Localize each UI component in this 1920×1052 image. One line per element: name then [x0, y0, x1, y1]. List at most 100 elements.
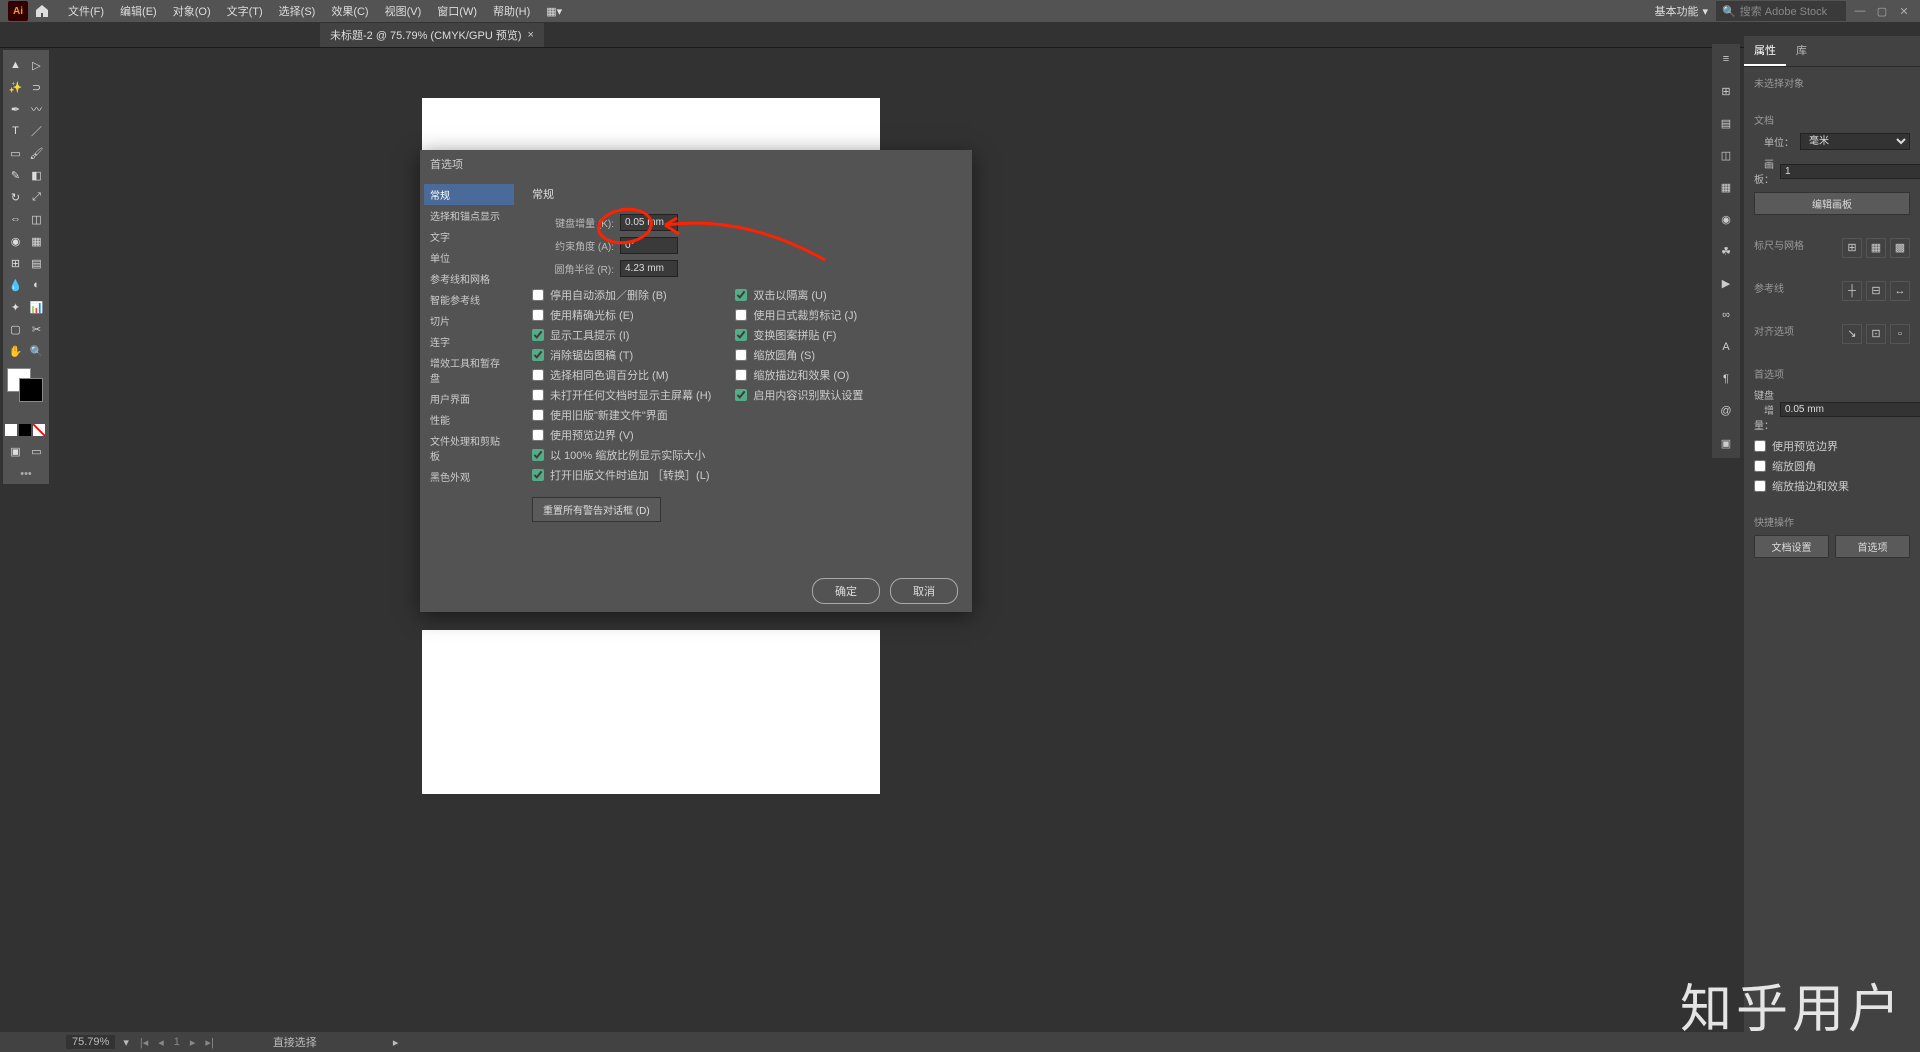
smart-guides-icon[interactable]: ↔ [1890, 281, 1910, 301]
sidebar-item-slices[interactable]: 切片 [424, 310, 514, 331]
sidebar-item-black[interactable]: 黑色外观 [424, 466, 514, 487]
sidebar-item-hyphenation[interactable]: 连字 [424, 331, 514, 352]
pref-checkbox[interactable] [735, 289, 747, 301]
tab-close-icon[interactable]: × [527, 29, 533, 41]
pref-checkbox[interactable] [735, 329, 747, 341]
screen-mode-icon[interactable]: ▭ [26, 440, 47, 462]
shaper-tool-icon[interactable]: ✎ [5, 164, 26, 186]
artboard-nav[interactable]: |◂ ◂ 1 ▸ ▸| [137, 1036, 217, 1049]
zoom-level[interactable]: 75.79% [66, 1035, 115, 1049]
lock-guides-icon[interactable]: ⊟ [1866, 281, 1886, 301]
shape-builder-icon[interactable]: ◉ [5, 230, 26, 252]
ruler-icon[interactable]: ⊞ [1842, 238, 1862, 258]
prev-icon[interactable]: ◂ [155, 1036, 167, 1049]
align-icon[interactable]: ⊞ [1717, 82, 1735, 100]
character-icon[interactable]: A [1717, 338, 1735, 356]
edit-toolbar-icon[interactable]: ••• [5, 468, 47, 480]
key-increment-field[interactable] [620, 214, 678, 231]
sidebar-item-general[interactable]: 常规 [424, 184, 514, 205]
selection-tool-icon[interactable]: ▲ [5, 54, 26, 76]
pref-checkbox[interactable] [532, 449, 544, 461]
gradient-mode-icon[interactable] [19, 424, 31, 436]
pref-checkbox[interactable] [532, 429, 544, 441]
width-tool-icon[interactable]: ⇔ [5, 208, 26, 230]
transparency-grid-icon[interactable]: ▩ [1890, 238, 1910, 258]
grid-icon[interactable]: ▦ [1866, 238, 1886, 258]
pref-checkbox[interactable] [532, 329, 544, 341]
lasso-icon[interactable]: ⊃ [26, 76, 47, 98]
play-icon[interactable]: ▸ [393, 1036, 399, 1049]
constrain-angle-field[interactable] [620, 237, 678, 254]
sidebar-item-filehandling[interactable]: 文件处理和剪贴板 [424, 430, 514, 466]
first-icon[interactable]: |◂ [137, 1036, 151, 1049]
scale-strokes-checkbox[interactable] [1754, 480, 1766, 492]
pref-checkbox[interactable] [735, 369, 747, 381]
draw-mode-icon[interactable]: ▣ [5, 440, 26, 462]
pref-checkbox[interactable] [532, 389, 544, 401]
sidebar-item-smartguides[interactable]: 智能参考线 [424, 289, 514, 310]
snap-point-icon[interactable]: ↘ [1842, 324, 1862, 344]
pen-tool-icon[interactable]: ✒ [5, 98, 26, 120]
pref-checkbox[interactable] [735, 389, 747, 401]
sidebar-item-type[interactable]: 文字 [424, 226, 514, 247]
appearance-icon[interactable]: ◉ [1717, 210, 1735, 228]
document-tab[interactable]: 未标题-2 @ 75.79% (CMYK/GPU 预览) × [320, 23, 544, 47]
document-setup-button[interactable]: 文档设置 [1754, 535, 1829, 558]
last-icon[interactable]: ▸| [202, 1036, 216, 1049]
gradient-tool-icon[interactable]: ▤ [26, 252, 47, 274]
graph-tool-icon[interactable]: 📊 [26, 296, 47, 318]
menu-view[interactable]: 视图(V) [377, 3, 430, 19]
line-tool-icon[interactable]: ／ [26, 120, 47, 142]
color-mode-icon[interactable] [5, 424, 17, 436]
pref-checkbox[interactable] [532, 349, 544, 361]
layers-icon[interactable]: ≡ [1717, 50, 1735, 68]
pathfinder-icon[interactable]: ▤ [1717, 114, 1735, 132]
corner-radius-field[interactable] [620, 260, 678, 277]
scale-corners-checkbox[interactable] [1754, 460, 1766, 472]
mesh-tool-icon[interactable]: ⊞ [5, 252, 26, 274]
stroke-swatch[interactable] [19, 378, 43, 402]
type-tool-icon[interactable]: T [5, 120, 26, 142]
preview-bounds-checkbox[interactable] [1754, 440, 1766, 452]
blend-tool-icon[interactable]: ◐ [26, 274, 47, 296]
reset-warnings-button[interactable]: 重置所有警告对话框 (D) [532, 497, 661, 522]
search-input[interactable]: 🔍搜索 Adobe Stock [1716, 1, 1846, 21]
color-icon[interactable]: ▦ [1717, 178, 1735, 196]
glyphs-icon[interactable]: @ [1717, 402, 1735, 420]
menu-window[interactable]: 窗口(W) [429, 3, 485, 19]
rotate-tool-icon[interactable]: ↻ [5, 186, 26, 208]
sidebar-item-performance[interactable]: 性能 [424, 409, 514, 430]
eraser-tool-icon[interactable]: ◧ [26, 164, 47, 186]
scale-tool-icon[interactable]: ⤢ [26, 186, 47, 208]
menu-help[interactable]: 帮助(H) [485, 3, 538, 19]
pref-checkbox[interactable] [532, 289, 544, 301]
tab-properties[interactable]: 属性 [1744, 36, 1786, 66]
edit-artboards-button[interactable]: 编辑画板 [1754, 192, 1910, 215]
zoom-tool-icon[interactable]: 🔍 [26, 340, 47, 362]
rectangle-tool-icon[interactable]: ▭ [5, 142, 26, 164]
snap-grid-icon[interactable]: ⊡ [1866, 324, 1886, 344]
sidebar-item-selection[interactable]: 选择和锚点显示 [424, 205, 514, 226]
menu-select[interactable]: 选择(S) [271, 3, 324, 19]
curvature-tool-icon[interactable]: 〰 [26, 98, 47, 120]
next-icon[interactable]: ▸ [187, 1036, 199, 1049]
home-icon[interactable] [34, 3, 50, 19]
sidebar-item-guides[interactable]: 参考线和网格 [424, 268, 514, 289]
hand-tool-icon[interactable]: ✋ [5, 340, 26, 362]
snap-pixel-icon[interactable]: ▫ [1890, 324, 1910, 344]
menu-text[interactable]: 文字(T) [219, 3, 271, 19]
sidebar-item-plugins[interactable]: 增效工具和暂存盘 [424, 352, 514, 388]
brush-tool-icon[interactable]: 🖌 [26, 142, 47, 164]
minimize-icon[interactable]: — [1852, 4, 1868, 18]
menu-file[interactable]: 文件(F) [60, 3, 112, 19]
eyedropper-icon[interactable]: 💧 [5, 274, 26, 296]
pref-checkbox[interactable] [735, 349, 747, 361]
direct-selection-tool-icon[interactable]: ▷ [26, 54, 47, 76]
free-transform-icon[interactable]: ◫ [26, 208, 47, 230]
workspace-switcher[interactable]: 基本功能▾ [1646, 1, 1716, 21]
pref-checkbox[interactable] [735, 309, 747, 321]
close-icon[interactable]: ✕ [1896, 4, 1912, 18]
swatches-icon[interactable]: ◫ [1717, 146, 1735, 164]
paragraph-icon[interactable]: ¶ [1717, 370, 1735, 388]
asset-export-icon[interactable]: ▣ [1717, 434, 1735, 452]
